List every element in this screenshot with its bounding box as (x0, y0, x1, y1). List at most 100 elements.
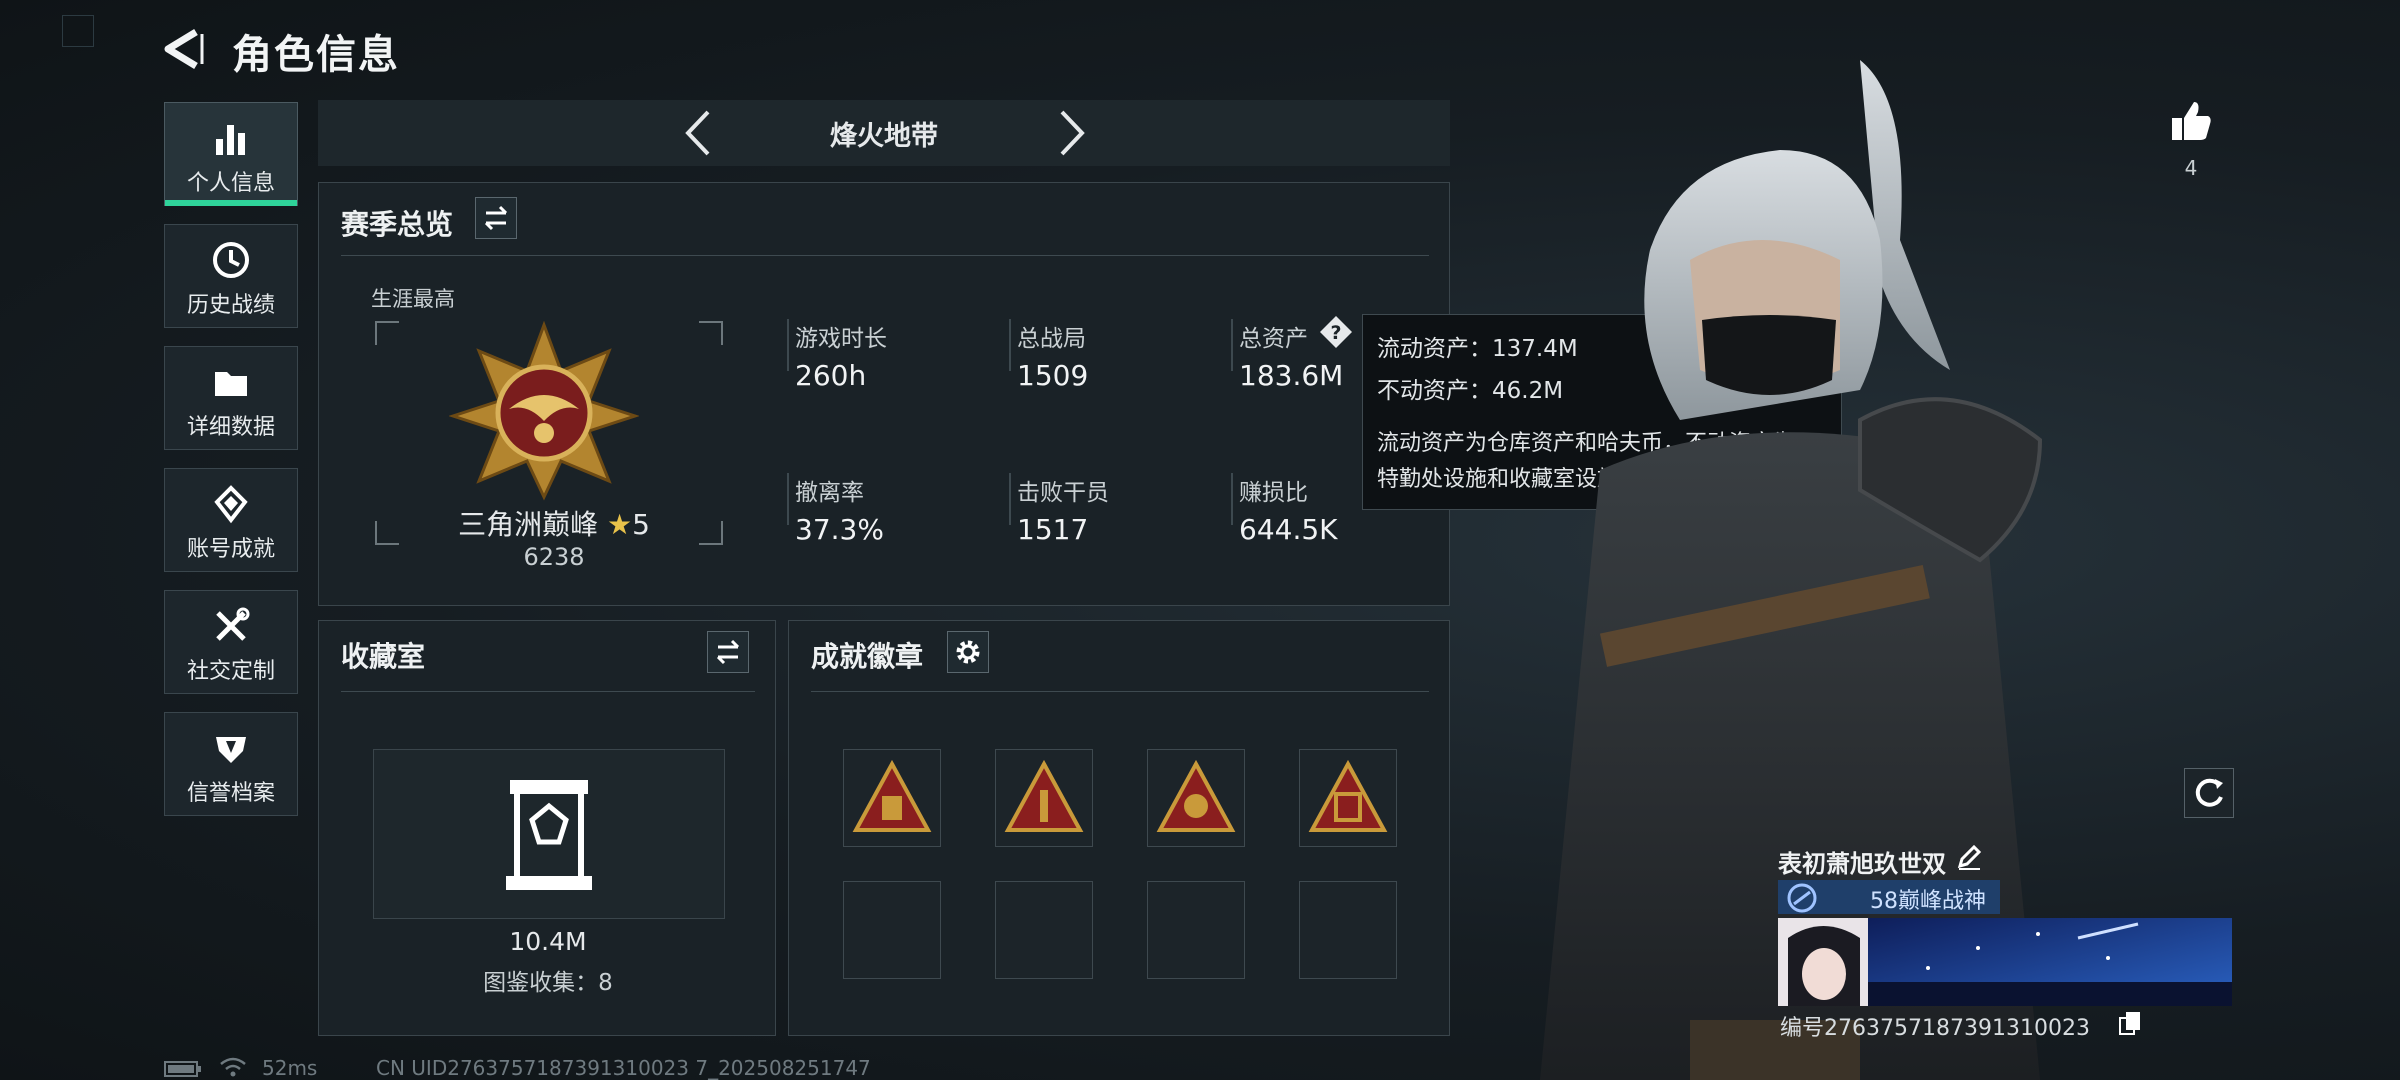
achievement-badge-icon (1004, 759, 1084, 832)
stat-divider (1009, 319, 1011, 371)
sidebar-item-achievements[interactable]: 账号成就 (164, 468, 298, 572)
sidebar-item-label: 个人信息 (186, 171, 275, 196)
season-overview-title: 赛季总览 (341, 208, 454, 241)
sidebar-item-reputation[interactable]: 信誉档案 (164, 712, 298, 816)
sidebar-item-history[interactable]: 历史战绩 (164, 224, 298, 328)
wifi-icon (220, 1057, 246, 1077)
stat-divider (1009, 473, 1011, 525)
season-overview-panel: 赛季总览 生涯最高 三角洲巅峰 ★5 6238 游戏时长 260h 总战局 15… (318, 182, 1450, 606)
tools-icon (216, 607, 250, 641)
collection-preview[interactable] (373, 749, 725, 919)
likes-count: 4 (2184, 156, 2198, 180)
clock-icon (213, 242, 249, 278)
stat-label-playtime: 游戏时长 (795, 326, 887, 352)
rank-name: 三角洲巅峰 (458, 508, 599, 541)
stat-divider (1231, 319, 1233, 371)
stat-divider (787, 319, 789, 371)
collection-count: 图鉴收集：8 (483, 970, 613, 996)
profile-banner[interactable] (1778, 918, 2232, 1006)
divider (341, 691, 755, 692)
swap-icon (716, 639, 740, 665)
achievement-badge-icon (1308, 759, 1388, 832)
sidebar-item-label: 信誉档案 (186, 781, 275, 806)
frame-corner (375, 321, 399, 345)
stat-value-playtime: 260h (795, 359, 867, 392)
refresh-icon (2195, 778, 2223, 807)
achievements-title: 成就徽章 (811, 640, 924, 673)
player-uid: 编号2763757187391310023 (1780, 1016, 2090, 1041)
achievement-icon (214, 485, 248, 524)
page-title: 角色信息 (232, 32, 400, 78)
chevron-right-icon[interactable] (1054, 108, 1090, 158)
player-name: 表初萧旭玖世双 (1778, 850, 1946, 878)
rank-score: 6238 (523, 543, 585, 571)
rank-stars: 5 (632, 508, 650, 541)
star-icon: ★ (606, 508, 633, 541)
corner-decoration (62, 15, 94, 47)
badge-slot[interactable] (995, 749, 1093, 847)
edit-pencil-icon[interactable] (1954, 842, 1984, 872)
stat-divider (787, 473, 789, 525)
help-icon-glyph: ? (1330, 322, 1341, 344)
divider (341, 255, 1429, 256)
status-uid-text: CN UID2763757187391310023 7_202508251747 (376, 1056, 871, 1080)
career-best-label: 生涯最高 (371, 287, 455, 311)
swap-icon (484, 205, 508, 231)
refresh-button[interactable] (2184, 768, 2234, 818)
rank-title: 58巅峰战神 (1870, 889, 1986, 914)
badge-slot-empty[interactable] (1299, 881, 1397, 979)
sidebar-item-personal-info[interactable]: 个人信息 (164, 102, 298, 206)
stat-value-extract-rate: 37.3% (795, 513, 884, 546)
stat-label-total-matches: 总战局 (1017, 326, 1086, 352)
badge-slot-empty[interactable] (843, 881, 941, 979)
display-case-icon (506, 780, 592, 890)
battery-icon (164, 1061, 201, 1077)
achievement-badge-icon (852, 759, 932, 832)
swap-button[interactable] (475, 197, 517, 239)
rank-badge-icon (1787, 883, 1817, 913)
stat-value-total-assets: 183.6M (1239, 359, 1344, 392)
folder-icon (215, 372, 247, 396)
sidebar-item-label: 账号成就 (186, 537, 275, 562)
badge-slot[interactable] (1299, 749, 1397, 847)
ping-text: 52ms (262, 1056, 318, 1080)
copy-icon[interactable] (2118, 1010, 2142, 1036)
shield-icon (216, 737, 246, 763)
sidebar-item-label: 历史战绩 (186, 293, 275, 318)
badge-slot[interactable] (843, 749, 941, 847)
sidebar-item-label: 社交定制 (186, 659, 275, 684)
rank-name-row: 三角洲巅峰 ★5 (319, 503, 789, 543)
collection-swap-button[interactable] (707, 631, 749, 673)
collection-title: 收藏室 (341, 640, 426, 673)
sidebar-item-label: 详细数据 (186, 415, 275, 440)
stat-label-profit-loss: 赚损比 (1239, 480, 1308, 506)
help-button[interactable]: ? (1319, 315, 1353, 349)
mode-selector: 烽火地带 (318, 100, 1450, 166)
badge-slot-empty[interactable] (995, 881, 1093, 979)
frame-corner (699, 321, 723, 345)
stat-value-profit-loss: 644.5K (1239, 513, 1338, 546)
sidebar-item-detail-data[interactable]: 详细数据 (164, 346, 298, 450)
thumbs-up-icon[interactable] (2168, 98, 2214, 144)
help-icon: ? (1320, 316, 1352, 348)
achievements-settings-button[interactable] (947, 631, 989, 673)
stat-divider (1231, 473, 1233, 525)
stat-value-operators-defeated: 1517 (1017, 513, 1089, 546)
collection-value: 10.4M (509, 927, 587, 956)
stat-label-total-assets: 总资产 (1239, 326, 1308, 352)
divider (811, 691, 1429, 692)
achievement-badge-icon (1156, 759, 1236, 832)
stat-value-total-matches: 1509 (1017, 359, 1089, 392)
sidebar-item-social-custom[interactable]: 社交定制 (164, 590, 298, 694)
badge-slot-empty[interactable] (1147, 881, 1245, 979)
bar-chart-icon (216, 125, 245, 155)
badge-slot[interactable] (1147, 749, 1245, 847)
achievements-panel: 成就徽章 (788, 620, 1450, 1036)
mode-title: 烽火地带 (830, 121, 938, 152)
collection-panel: 收藏室 10.4M 图鉴收集：8 (318, 620, 776, 1036)
rank-emblem-icon (449, 321, 639, 501)
back-arrow-icon[interactable] (160, 26, 206, 72)
stat-label-operators-defeated: 击败干员 (1017, 480, 1109, 506)
gear-icon (956, 640, 980, 664)
stat-label-extract-rate: 撤离率 (795, 480, 864, 506)
